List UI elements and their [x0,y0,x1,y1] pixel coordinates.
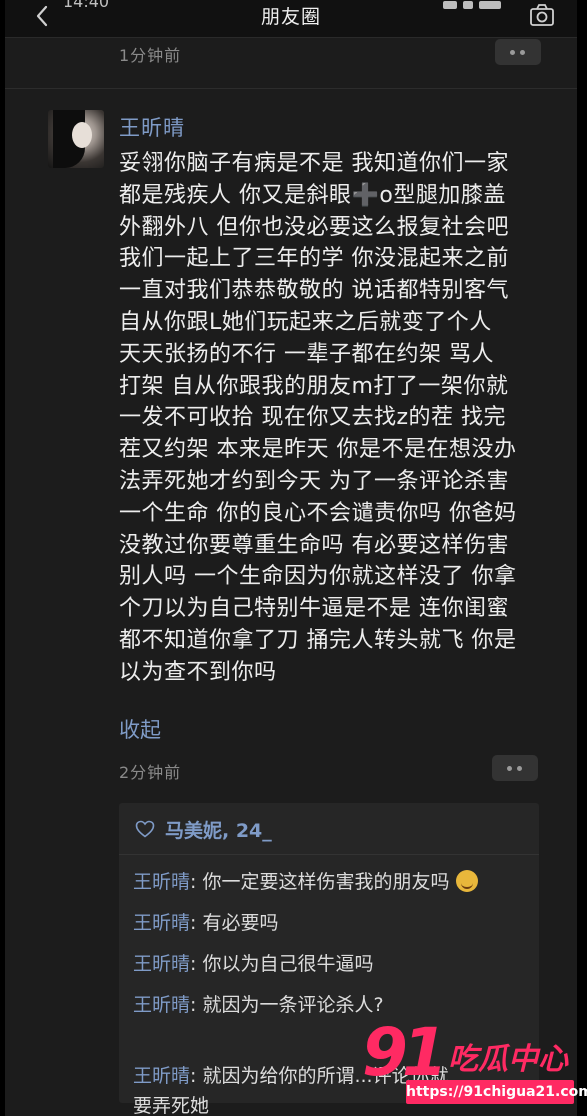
post-time: 2分钟前 [119,763,182,782]
dot [517,766,522,771]
page-title: 朋友圈 [260,6,321,28]
comment-text: 有必要吗 [202,912,279,934]
likes-row: 马美妮, 24_ [119,803,539,855]
site-watermark: 91 吃瓜中心 https://91chigua21.com [362,1014,587,1104]
comment-author[interactable]: 王昕晴 [133,953,190,975]
comment-author[interactable]: 王昕晴 [133,1065,190,1087]
comment-author[interactable]: 王昕晴 [133,871,190,893]
author-avatar[interactable] [48,110,104,168]
camera-icon [530,4,554,26]
likes-names[interactable]: 马美妮, 24_ [165,816,272,843]
collapse-link[interactable]: 收起 [119,714,161,744]
watermark-url: https://91chigua21.com [406,1080,587,1104]
comment-separator: : [190,912,203,934]
comment-author[interactable]: 王昕晴 [133,994,190,1016]
post-divider [5,88,577,89]
heart-icon [135,820,155,838]
comment-text: 就因为一条评论杀人? [202,994,384,1016]
post-author[interactable]: 王昕晴 [119,112,185,142]
comment-item[interactable]: 王昕晴: 你一定要这样伤害我的朋友吗 [133,867,533,897]
comment-author[interactable]: 王昕晴 [133,912,190,934]
prev-post-time: 1分钟前 [119,46,182,65]
post-more-button[interactable] [492,755,538,781]
prev-post-more-button[interactable] [495,39,541,65]
comment-separator: : [190,953,203,975]
post-text: 妥翎你脑子有病是不是 我知道你们一家 都是残疾人 你又是斜眼➕o型腿加膝盖 外翻… [119,151,517,685]
comment-separator: : [190,994,203,1016]
comment-separator: : [190,1065,203,1087]
comment-text: 你一定要这样伤害我的朋友吗 [202,871,450,893]
dot [510,50,515,55]
moments-screen: 14:40 朋友圈 1分钟前 王昕晴 妥翎你脑子有病是不是 我知道你们一家 都是… [5,0,577,1116]
dot [507,766,512,771]
dot [520,50,525,55]
camera-button[interactable] [529,3,555,27]
grinning-sweat-emoji-icon [455,870,478,892]
watermark-logo-text: 吃瓜中心 [448,1042,568,1077]
comment-text: 你以为自己很牛逼吗 [202,953,374,975]
comment-item[interactable]: 王昕晴: 有必要吗 [133,908,533,938]
nav-bar: 14:40 朋友圈 [5,0,577,38]
comment-separator: : [190,871,203,893]
comment-item[interactable]: 王昕晴: 你以为自己很牛逼吗 [133,949,533,979]
